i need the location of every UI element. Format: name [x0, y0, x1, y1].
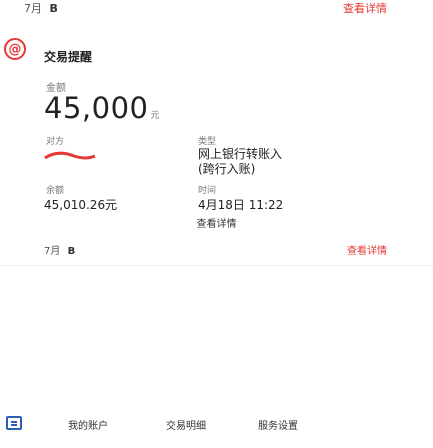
divider: [0, 265, 433, 266]
tab-account[interactable]: 我的账户: [68, 417, 108, 432]
amount-unit: 元: [150, 111, 160, 121]
top-message-time: 7月 B: [24, 0, 58, 16]
bold-mark: B: [49, 2, 58, 15]
amount-value: 45,000 元: [44, 91, 160, 125]
card-title: 交易提醒: [44, 50, 93, 64]
second-detail-link[interactable]: 查看详情: [347, 242, 387, 257]
time-label: 时间: [198, 186, 217, 196]
type-line-2: (跨行入账): [198, 162, 256, 176]
time-text: 7月: [24, 2, 42, 15]
bottom-bar: [0, 405, 433, 443]
view-details-link[interactable]: 查看详情: [0, 215, 433, 230]
type-label: 类型: [198, 137, 217, 147]
counterparty-brand-icon: [44, 151, 96, 160]
amount-number: 45,000: [44, 91, 149, 125]
balance-value: 45,010.26元: [44, 198, 118, 212]
balance-label: 余额: [46, 186, 65, 196]
tab-transactions[interactable]: 交易明细: [166, 417, 206, 432]
bank-logo-icon: @: [4, 38, 26, 60]
type-line-1: 网上银行转账入: [198, 147, 283, 161]
tab-settings[interactable]: 服务设置: [258, 417, 298, 432]
second-message-time: 7月 B: [44, 242, 75, 257]
time-value: 4月18日 11:22: [198, 198, 284, 212]
top-detail-link[interactable]: 查看详情: [343, 0, 387, 16]
time-text: 7月: [44, 246, 61, 257]
document-icon[interactable]: [6, 416, 22, 430]
type-value: 网上银行转账入 (跨行入账): [198, 147, 282, 177]
bold-mark: B: [67, 246, 76, 257]
counterparty-label: 对方: [46, 137, 65, 147]
